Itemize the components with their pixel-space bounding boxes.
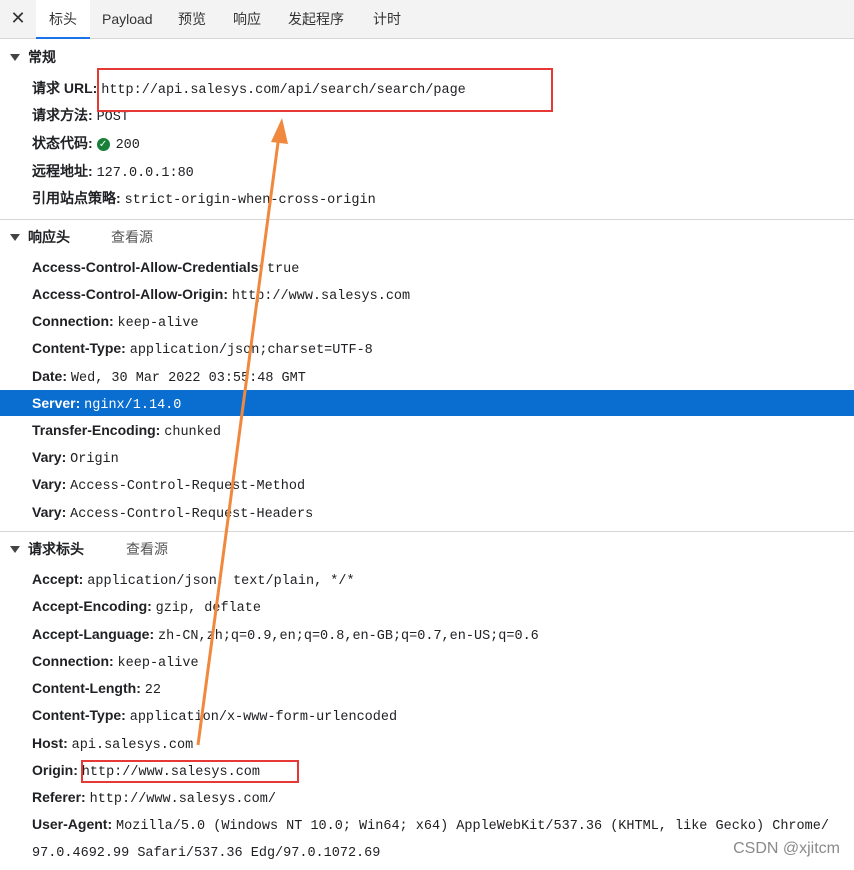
watermark: CSDN @xjitcm — [733, 840, 840, 857]
arrow-shaft — [196, 134, 281, 746]
arrow-head — [271, 118, 288, 144]
annotation-arrow — [196, 118, 288, 746]
